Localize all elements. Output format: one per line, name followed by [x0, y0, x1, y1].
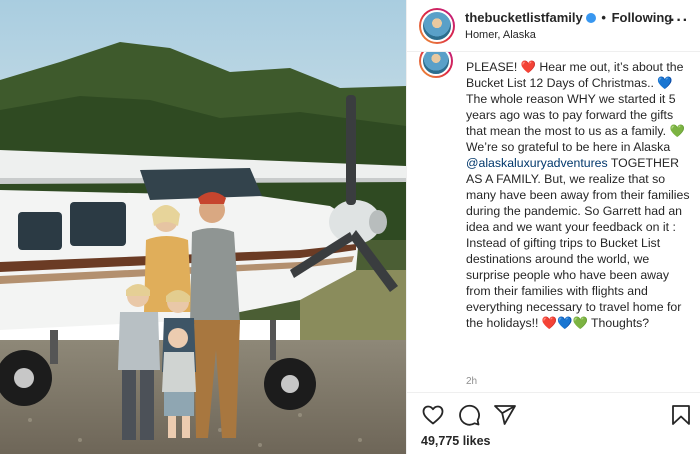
- location-link[interactable]: Homer, Alaska: [465, 29, 536, 41]
- mention-link[interactable]: @alaskaluxuryadventures: [466, 156, 608, 170]
- post-timestamp[interactable]: 2h: [466, 376, 477, 387]
- likes-count[interactable]: 49,775 likes: [421, 434, 491, 448]
- green-heart-emoji: 💚: [669, 124, 685, 138]
- caption-comment: PLEASE! ❤️ Hear me out, it’s about the B…: [407, 52, 700, 392]
- post-header: thebucketlistfamily • Following Homer, A…: [407, 0, 700, 52]
- verified-badge-icon: [585, 13, 596, 23]
- bookmark-icon[interactable]: [669, 403, 693, 427]
- more-options-icon[interactable]: ···: [670, 12, 689, 30]
- username-link[interactable]: thebucketlistfamily: [465, 10, 583, 25]
- share-icon[interactable]: [493, 403, 517, 427]
- post-header-line: thebucketlistfamily • Following: [465, 10, 672, 25]
- caption-part: PLEASE!: [466, 60, 521, 74]
- following-button[interactable]: Following: [612, 10, 673, 25]
- hearts-emoji: ❤️💙💚: [541, 316, 588, 330]
- separator-dot: •: [601, 10, 606, 25]
- caption-part: Thoughts?: [587, 316, 650, 330]
- caption-part: TOGETHER AS A FAMILY. But, we realize th…: [466, 156, 693, 330]
- action-bar: 49,775 likes: [407, 392, 700, 454]
- avatar[interactable]: [419, 8, 455, 44]
- post-detail-panel: thebucketlistfamily • Following Homer, A…: [406, 0, 700, 454]
- family-airplane-photo: [0, 0, 406, 454]
- comment-icon[interactable]: [457, 403, 481, 427]
- caption-avatar[interactable]: [419, 52, 453, 78]
- post-photo[interactable]: [0, 0, 406, 454]
- heart-icon[interactable]: [421, 403, 445, 427]
- red-heart-emoji: ❤️: [520, 60, 536, 74]
- blue-heart-emoji: 💙: [657, 76, 673, 90]
- caption-text: PLEASE! ❤️ Hear me out, it’s about the B…: [466, 59, 696, 331]
